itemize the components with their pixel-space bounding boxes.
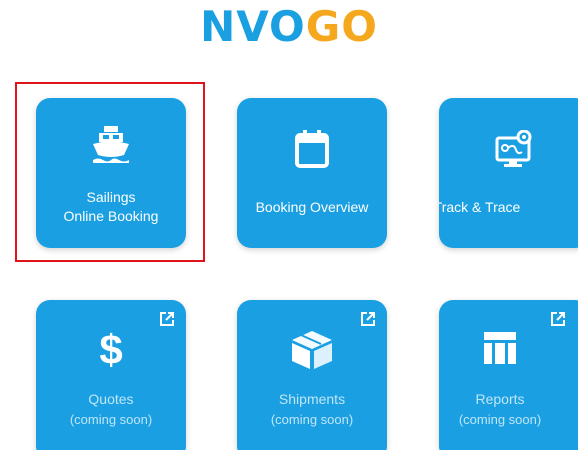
- external-link-icon[interactable]: [551, 312, 565, 326]
- calendar-icon: [237, 130, 387, 168]
- external-link-icon[interactable]: [160, 312, 174, 326]
- tile-label-line2: (coming soon): [458, 412, 542, 427]
- external-link-icon[interactable]: [361, 312, 375, 326]
- dollar-icon: $: [36, 328, 186, 370]
- tile-label-line2: (coming soon): [69, 412, 153, 427]
- tile-label-line1: Quotes: [88, 391, 134, 407]
- tile-label-line1: Reports: [475, 391, 525, 407]
- tile-quotes[interactable]: $ Quotes (coming soon): [36, 300, 186, 450]
- tile-reports[interactable]: Reports (coming soon): [439, 300, 578, 450]
- table-icon: [439, 330, 575, 366]
- tile-shipments[interactable]: Shipments (coming soon): [237, 300, 387, 450]
- map-route-icon: [439, 130, 578, 170]
- tile-track-and-trace[interactable]: Track & Trace: [439, 98, 578, 248]
- dashboard: NVOGO Sailings Online Booking Booking Ov…: [0, 0, 578, 450]
- tile-label-line2: (coming soon): [270, 412, 354, 427]
- box-icon: [237, 328, 387, 370]
- tile-booking-overview[interactable]: Booking Overview: [237, 98, 387, 248]
- svg-text:$: $: [99, 328, 122, 370]
- tile-label-line1: Track & Trace: [439, 199, 521, 215]
- tile-label-line1: Booking Overview: [255, 199, 369, 215]
- nvogo-logo: NVOGO: [200, 2, 378, 51]
- tile-label-line1: Shipments: [278, 391, 346, 407]
- selection-highlight: [15, 82, 205, 262]
